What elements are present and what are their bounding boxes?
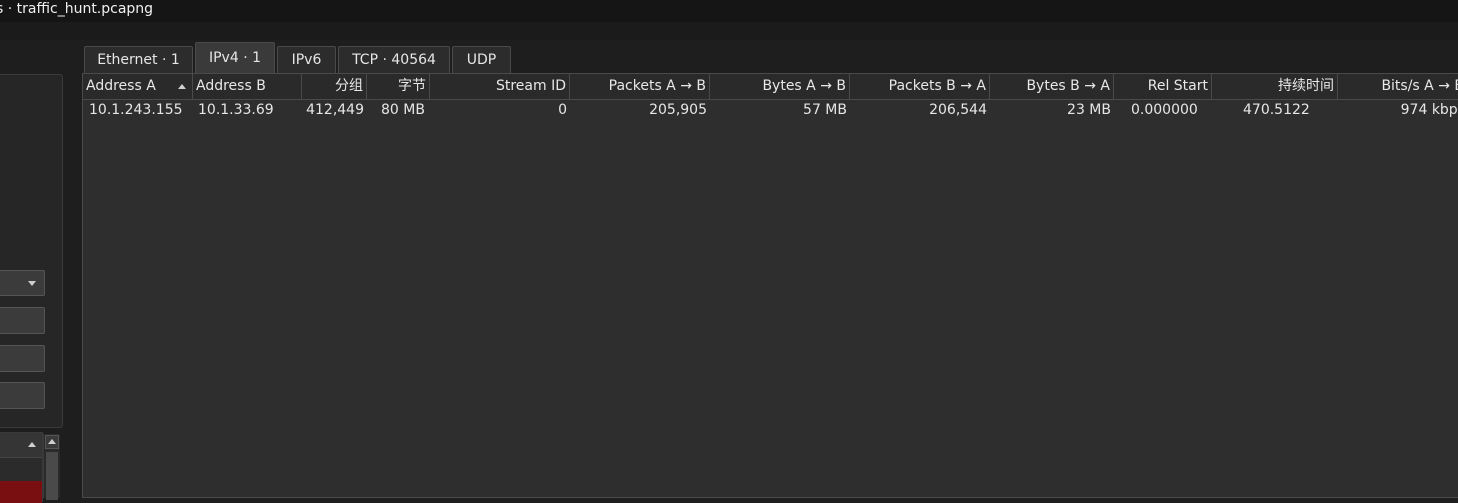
column-header-duration[interactable]: 持续时间 — [1212, 74, 1338, 99]
left-button-2[interactable] — [0, 345, 45, 372]
sort-ascending-icon — [178, 84, 186, 89]
left-options-panel — [0, 74, 63, 428]
column-header-rel-start[interactable]: Rel Start — [1114, 74, 1212, 99]
cell-stream-id: 0 — [558, 102, 567, 118]
left-dropdown[interactable] — [0, 270, 45, 296]
column-header-bytes-b-a[interactable]: Bytes B → A — [990, 74, 1114, 99]
cell-bits-a-b: 974 kbps — [1400, 102, 1458, 118]
tab-tcp[interactable]: TCP · 40564 — [338, 46, 450, 74]
cell-address-b: 10.1.33.69 — [198, 102, 274, 118]
cell-packets: 412,449 — [306, 102, 364, 118]
tab-udp[interactable]: UDP — [452, 46, 511, 74]
left-list-scrollbar[interactable] — [43, 434, 60, 500]
cell-address-a: 10.1.243.155 — [89, 102, 183, 118]
scroll-up-icon[interactable] — [45, 435, 59, 449]
column-header-label: Address A — [86, 78, 156, 94]
column-header-bytes-a-b[interactable]: Bytes A → B — [710, 74, 850, 99]
cell-duration: 470.5122 — [1243, 102, 1310, 118]
column-header-packets-b-a[interactable]: Packets B → A — [850, 74, 990, 99]
tab-ethernet[interactable]: Ethernet · 1 — [84, 46, 193, 74]
tab-ipv4[interactable]: IPv4 · 1 — [195, 42, 275, 74]
tab-ipv6[interactable]: IPv6 — [277, 46, 336, 74]
column-header-bits-a-b[interactable]: Bits/s A → B — [1338, 74, 1458, 99]
left-list-selected-item[interactable] — [0, 481, 42, 503]
column-header-stream-id[interactable]: Stream ID — [430, 74, 570, 99]
cell-bytes: 80 MB — [381, 102, 425, 118]
left-list-header[interactable] — [0, 433, 42, 458]
cell-packets-a-b: 205,905 — [649, 102, 707, 118]
column-header-bytes[interactable]: 字节 — [367, 74, 430, 99]
sort-up-icon — [28, 442, 36, 447]
left-button-3[interactable] — [0, 382, 45, 409]
chevron-down-icon — [28, 281, 36, 286]
window-titlebar: s · traffic_hunt.pcapng — [0, 0, 1458, 22]
column-header-address-b[interactable]: Address B — [193, 74, 302, 99]
cell-bytes-b-a: 23 MB — [1067, 102, 1111, 118]
cell-packets-b-a: 206,544 — [929, 102, 987, 118]
column-header-packets-a-b[interactable]: Packets A → B — [570, 74, 710, 99]
conversations-table: Address A Address B 分组 字节 Stream ID Pack… — [82, 73, 1458, 498]
window-title: s · traffic_hunt.pcapng — [0, 1, 154, 17]
cell-rel-start: 0.000000 — [1131, 102, 1198, 118]
table-header: Address A Address B 分组 字节 Stream ID Pack… — [83, 74, 1458, 100]
table-row[interactable]: 10.1.243.155 10.1.33.69 412,449 80 MB 0 … — [83, 100, 1458, 122]
cell-bytes-a-b: 57 MB — [803, 102, 847, 118]
left-button-1[interactable] — [0, 307, 45, 334]
toolbar-strip — [0, 22, 1458, 40]
column-header-address-a[interactable]: Address A — [83, 74, 193, 99]
left-list — [0, 432, 43, 503]
column-header-packets[interactable]: 分组 — [302, 74, 367, 99]
scrollbar-thumb[interactable] — [46, 452, 58, 500]
